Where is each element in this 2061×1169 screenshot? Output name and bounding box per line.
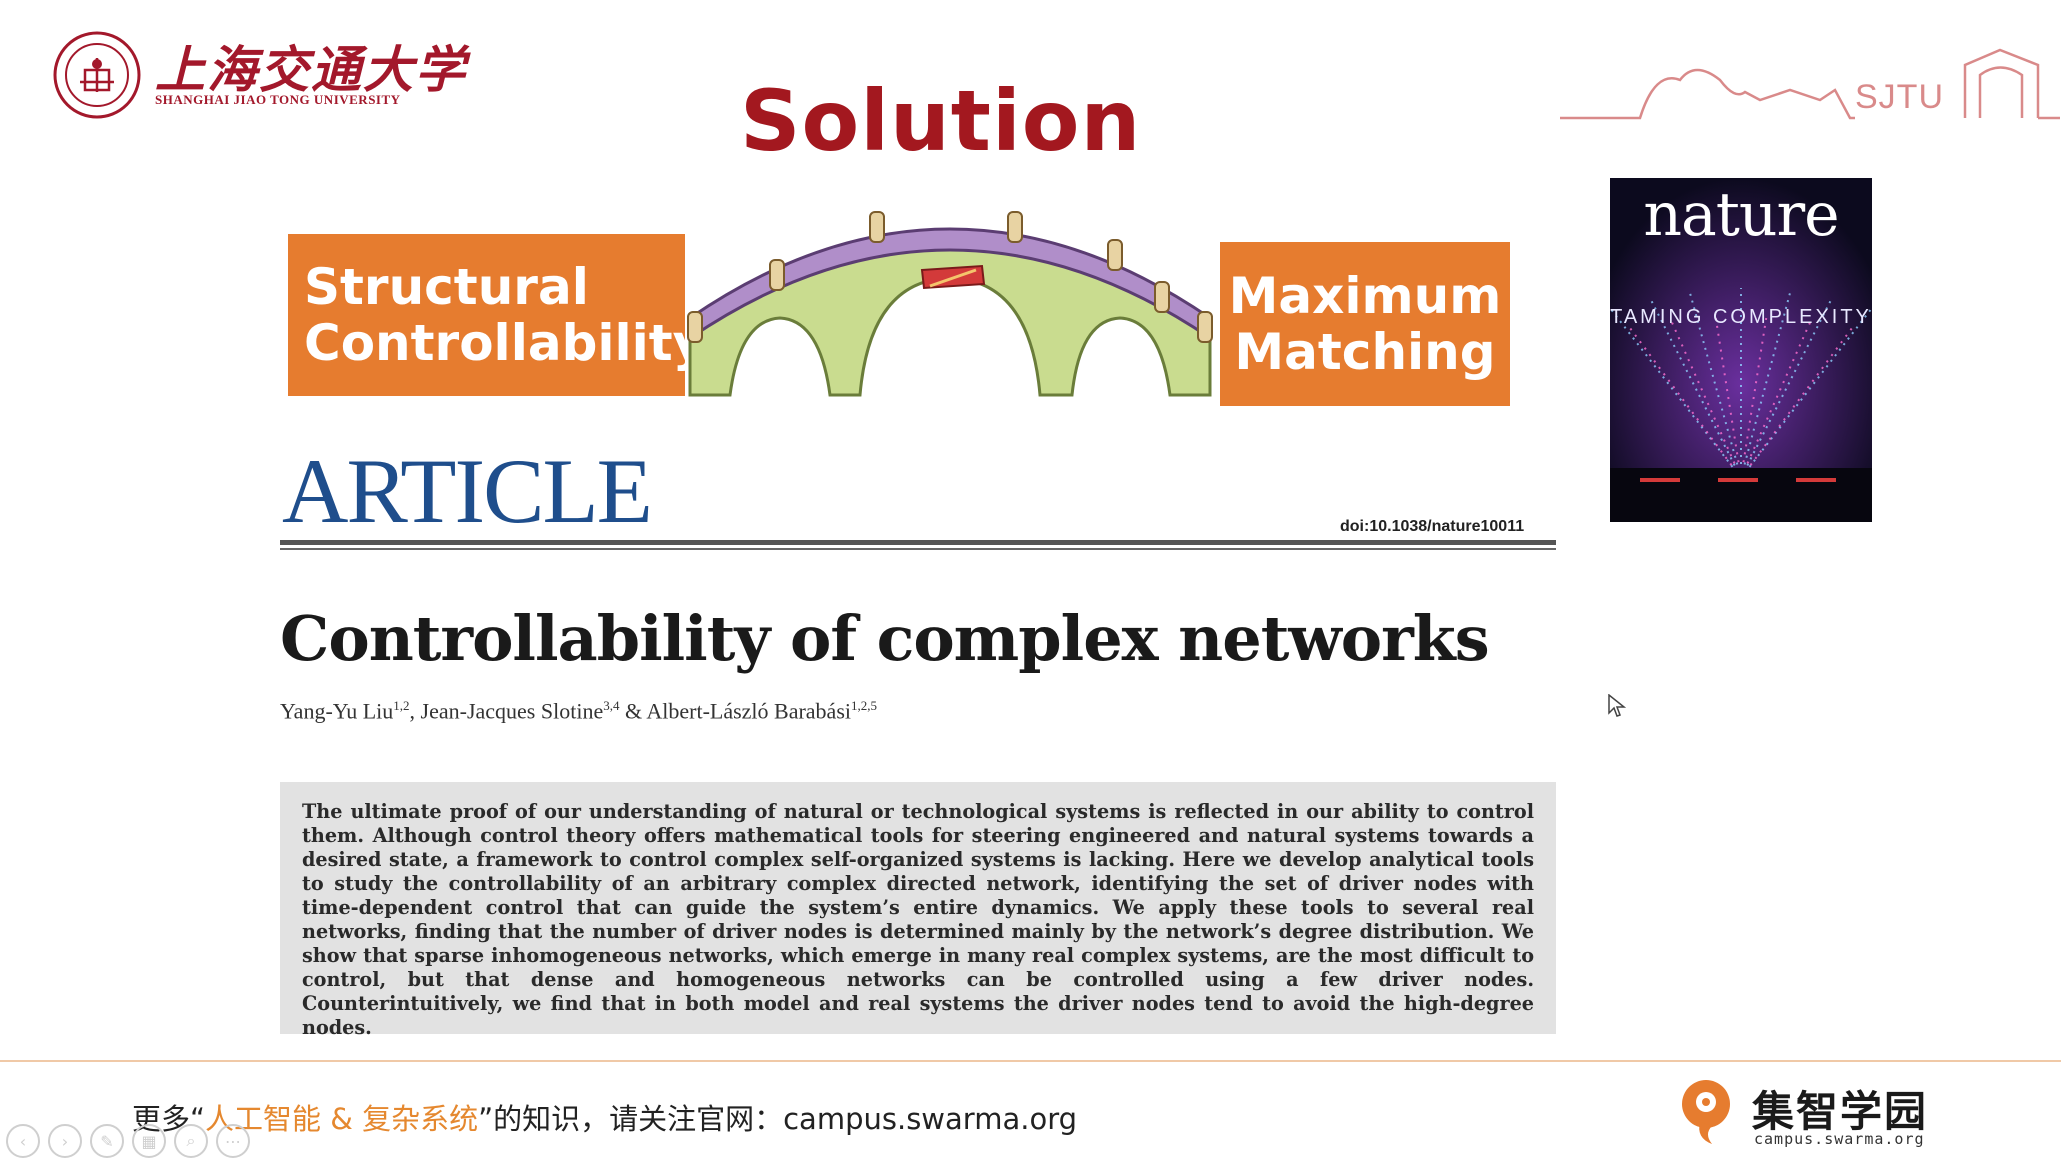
author-name: Albert-László Barabási bbox=[646, 698, 851, 724]
right-box-line-2: Matching bbox=[1234, 323, 1496, 381]
nature-journal-cover: nature TAMING COMPLEXITY bbox=[1610, 178, 1872, 522]
author-name: Yang-Yu Liu bbox=[280, 698, 394, 724]
next-slide-icon[interactable]: › bbox=[48, 1124, 82, 1158]
article-rule-top bbox=[280, 540, 1556, 545]
cover-subtitle: TAMING COMPLEXITY bbox=[1610, 306, 1872, 328]
more-options-icon[interactable]: ⋯ bbox=[216, 1124, 250, 1158]
sjtu-mark: SJTU bbox=[1855, 78, 1944, 116]
author-affiliation: 1,2,5 bbox=[851, 698, 877, 713]
sjtu-skyline-decoration bbox=[1560, 48, 2060, 120]
left-box-line-1: Structural bbox=[304, 258, 589, 316]
sjtu-seal-logo bbox=[53, 31, 141, 119]
slideshow-controls: ‹ › ✎ ▦ ⌕ ⋯ bbox=[6, 1124, 250, 1158]
zoom-icon[interactable]: ⌕ bbox=[174, 1124, 208, 1158]
cover-title: nature bbox=[1643, 180, 1839, 250]
bridge-illustration bbox=[687, 211, 1213, 397]
left-box-line-2: Controllability bbox=[304, 314, 706, 372]
footer-divider bbox=[0, 1060, 2061, 1062]
maximum-matching-box: Maximum Matching bbox=[1220, 242, 1510, 406]
right-box-line-1: Maximum bbox=[1228, 267, 1502, 325]
pen-tool-icon[interactable]: ✎ bbox=[90, 1124, 124, 1158]
slide-title: Solution bbox=[740, 72, 1142, 170]
article-label: ARTICLE bbox=[282, 440, 653, 542]
author-affiliation: 1,2 bbox=[393, 698, 410, 713]
swarma-brand-en: campus.swarma.org bbox=[1754, 1130, 1925, 1148]
previous-slide-icon[interactable]: ‹ bbox=[6, 1124, 40, 1158]
article-rule-bottom bbox=[280, 548, 1556, 550]
footer-notice: 更多“人工智能 & 复杂系统”的知识，请关注官网：campus.swarma.o… bbox=[132, 1096, 1077, 1138]
author-name: Jean-Jacques Slotine bbox=[420, 698, 604, 724]
author-affiliation: 3,4 bbox=[603, 698, 620, 713]
paper-title: Controllability of complex networks bbox=[280, 602, 1490, 675]
mouse-cursor-icon bbox=[1608, 694, 1626, 717]
abstract-box: The ultimate proof of our understanding … bbox=[280, 782, 1556, 1039]
structural-controllability-box: Structural Controllability bbox=[288, 234, 706, 396]
swarma-logo-icon bbox=[1682, 1080, 1730, 1144]
author-list: Yang-Yu Liu1,2, Jean-Jacques Slotine3,4 … bbox=[280, 698, 877, 724]
university-name-en: SHANGHAI JIAO TONG UNIVERSITY bbox=[155, 92, 401, 107]
doi-text: doi:10.1038/nature10011 bbox=[1340, 518, 1525, 535]
slides-grid-icon[interactable]: ▦ bbox=[132, 1124, 166, 1158]
footer-text-suffix: ”的知识，请关注官网：campus.swarma.org bbox=[478, 1102, 1078, 1136]
